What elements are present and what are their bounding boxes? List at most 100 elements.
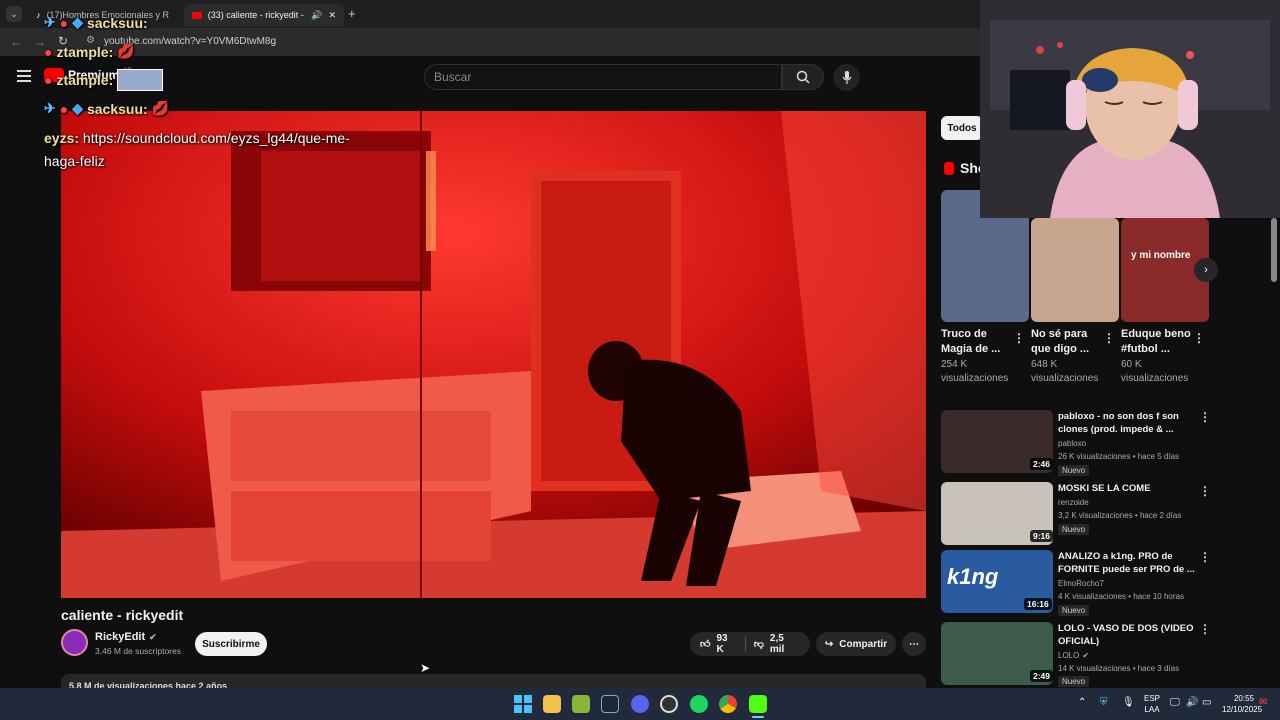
short-title-line: #futbol ... bbox=[1121, 343, 1170, 355]
lips-emote-icon: 💋 bbox=[151, 100, 170, 116]
back-icon[interactable]: ← bbox=[10, 35, 22, 49]
notification-icon[interactable]: ✉ bbox=[1259, 697, 1267, 708]
scrollbar[interactable] bbox=[1271, 218, 1277, 282]
rec-title[interactable]: MOSKI SE LA COME bbox=[1058, 482, 1198, 495]
short-views-line: 648 K bbox=[1031, 359, 1058, 370]
short-title-line: que digo ... bbox=[1031, 343, 1090, 355]
network-icon[interactable]: 🖵 bbox=[1170, 697, 1180, 708]
rec-channel[interactable]: renzoide bbox=[1058, 498, 1089, 507]
video-frame-image bbox=[61, 111, 926, 598]
discord-icon[interactable] bbox=[631, 695, 649, 713]
speaker-icon: 🔊 bbox=[311, 9, 323, 20]
rec-duration: 9:16 bbox=[1030, 530, 1054, 542]
more-actions-button[interactable]: ⋯ bbox=[902, 632, 926, 656]
voice-search-button[interactable] bbox=[833, 64, 860, 91]
thumbs-down-icon: 👎︎ bbox=[753, 639, 764, 650]
dislike-count: 2,5 mil bbox=[769, 633, 785, 655]
share-icon: ↪ bbox=[824, 638, 834, 650]
verified-icon: ✔ bbox=[149, 631, 157, 642]
keyboard-layout: LAA bbox=[1144, 705, 1160, 714]
search-input[interactable] bbox=[424, 64, 782, 90]
chat-text: https://soundcloud.com/eyzs_lg44/que-me-… bbox=[44, 130, 350, 169]
like-button[interactable]: 👍︎ 93 K bbox=[700, 633, 737, 655]
channel-name[interactable]: RickyEdit ✔ bbox=[95, 631, 157, 643]
search-placeholder: Buscar bbox=[434, 70, 472, 84]
short-title-line: Eduque beno bbox=[1121, 328, 1191, 340]
chat-badge-icon: ● bbox=[59, 100, 69, 117]
steam-icon[interactable] bbox=[601, 695, 619, 713]
webcam-overlay bbox=[980, 0, 1280, 218]
channel-name-text: RickyEdit bbox=[95, 631, 146, 643]
short-views-line: visualizaciones bbox=[941, 373, 1009, 384]
chat-badge-icon: ◆ bbox=[72, 14, 83, 30]
rec-title[interactable]: LOLO - VASO DE DOS (VIDEO OFICIAL) bbox=[1058, 622, 1198, 648]
youtube-icon bbox=[192, 11, 202, 19]
short-menu-button[interactable]: ⋮ bbox=[1193, 331, 1205, 345]
chip-all[interactable]: Todos bbox=[941, 116, 983, 140]
system-clock[interactable]: 20:55 12/10/2025 bbox=[1222, 693, 1262, 715]
rec-meta: 4 K visualizaciones • hace 10 horas bbox=[1058, 592, 1184, 601]
channel-avatar[interactable] bbox=[61, 629, 88, 656]
shorts-icon bbox=[944, 161, 954, 175]
rec-channel[interactable]: LOLO ✔ bbox=[1058, 651, 1089, 660]
rec-new-badge: Nuevo bbox=[1058, 676, 1090, 687]
share-button[interactable]: ↪ Compartir bbox=[816, 632, 896, 656]
volume-icon[interactable]: 🔊 bbox=[1186, 697, 1198, 708]
rec-title[interactable]: pabloxo - no son dos f son clones (prod.… bbox=[1058, 410, 1198, 436]
video-title: caliente - rickyedit bbox=[61, 607, 184, 623]
app-icon[interactable] bbox=[572, 695, 590, 713]
new-tab-button[interactable]: + bbox=[348, 6, 356, 21]
short-thumbnail[interactable] bbox=[1031, 218, 1119, 322]
tab-label: (33) caliente - rickyedit - Yo bbox=[207, 10, 305, 20]
short-views-line: 60 K bbox=[1121, 359, 1142, 370]
microphone-tray-icon[interactable]: 🎙 bbox=[1122, 697, 1135, 708]
file-explorer-icon[interactable] bbox=[543, 695, 561, 713]
dislike-button[interactable]: 👎︎ 2,5 mil bbox=[754, 633, 800, 655]
browser-tab-active[interactable]: (33) caliente - rickyedit - Yo 🔊 ✕ bbox=[184, 4, 344, 26]
search-button[interactable] bbox=[782, 64, 824, 90]
windows-start-icon[interactable] bbox=[514, 695, 532, 713]
rec-duration: 2:49 bbox=[1030, 670, 1054, 682]
spotify-icon[interactable] bbox=[690, 695, 708, 713]
rec-channel[interactable]: ElmoRocho7 bbox=[1058, 579, 1104, 588]
short-menu-button[interactable]: ⋮ bbox=[1013, 331, 1025, 345]
security-icon[interactable]: ⛨ bbox=[1100, 697, 1108, 708]
rec-menu-button[interactable]: ⋮ bbox=[1199, 622, 1211, 636]
short-views: 254 K visualizaciones bbox=[941, 358, 1008, 386]
chat-badge-icon: ● bbox=[44, 43, 53, 60]
rec-menu-button[interactable]: ⋮ bbox=[1199, 550, 1211, 564]
video-player[interactable] bbox=[61, 111, 926, 598]
rec-title[interactable]: ANALIZO a k1ng. PRO de FORNITE puede ser… bbox=[1058, 550, 1198, 576]
rec-menu-button[interactable]: ⋮ bbox=[1199, 484, 1211, 498]
taskbar-active-indicator bbox=[752, 716, 764, 718]
chevron-up-icon[interactable]: ⌃ bbox=[1078, 697, 1086, 708]
kick-icon[interactable] bbox=[749, 695, 767, 713]
rec-duration: 2:46 bbox=[1030, 458, 1054, 470]
app-icon[interactable] bbox=[660, 695, 678, 713]
rec-channel-text: LOLO bbox=[1058, 651, 1080, 660]
rec-channel[interactable]: pabloxo bbox=[1058, 439, 1086, 448]
battery-icon[interactable]: ▭ bbox=[1202, 697, 1211, 708]
shorts-next-button[interactable]: › bbox=[1194, 258, 1218, 282]
short-title-line: No sé para bbox=[1031, 328, 1088, 340]
language-indicator[interactable]: ESP LAA bbox=[1143, 693, 1161, 715]
short-title[interactable]: Truco de Magia de ... bbox=[941, 327, 1000, 357]
chrome-icon[interactable] bbox=[719, 695, 737, 713]
microphone-icon bbox=[842, 70, 851, 84]
rec-menu-button[interactable]: ⋮ bbox=[1199, 410, 1211, 424]
chat-username: eyzs: bbox=[44, 130, 80, 146]
chat-message: ✈ ● ◆ sacksuu: bbox=[44, 14, 148, 31]
chat-username: ztample: bbox=[56, 43, 114, 60]
chat-message: ● ztample: 💋 bbox=[44, 43, 135, 60]
short-title[interactable]: Eduque beno #futbol ... bbox=[1121, 327, 1191, 357]
subscribe-button[interactable]: Suscribirme bbox=[195, 632, 267, 656]
rec-new-badge: Nuevo bbox=[1058, 605, 1090, 616]
rec-new-badge: Nuevo bbox=[1058, 524, 1090, 535]
chat-badge-icon: ✈ bbox=[44, 100, 56, 116]
rec-new-badge: Nuevo bbox=[1058, 465, 1090, 476]
short-title[interactable]: No sé para que digo ... bbox=[1031, 327, 1089, 357]
short-menu-button[interactable]: ⋮ bbox=[1103, 331, 1115, 345]
tab-list-button[interactable]: ⌄ bbox=[6, 6, 22, 22]
close-icon[interactable]: ✕ bbox=[328, 10, 336, 21]
menu-icon[interactable] bbox=[17, 70, 31, 82]
